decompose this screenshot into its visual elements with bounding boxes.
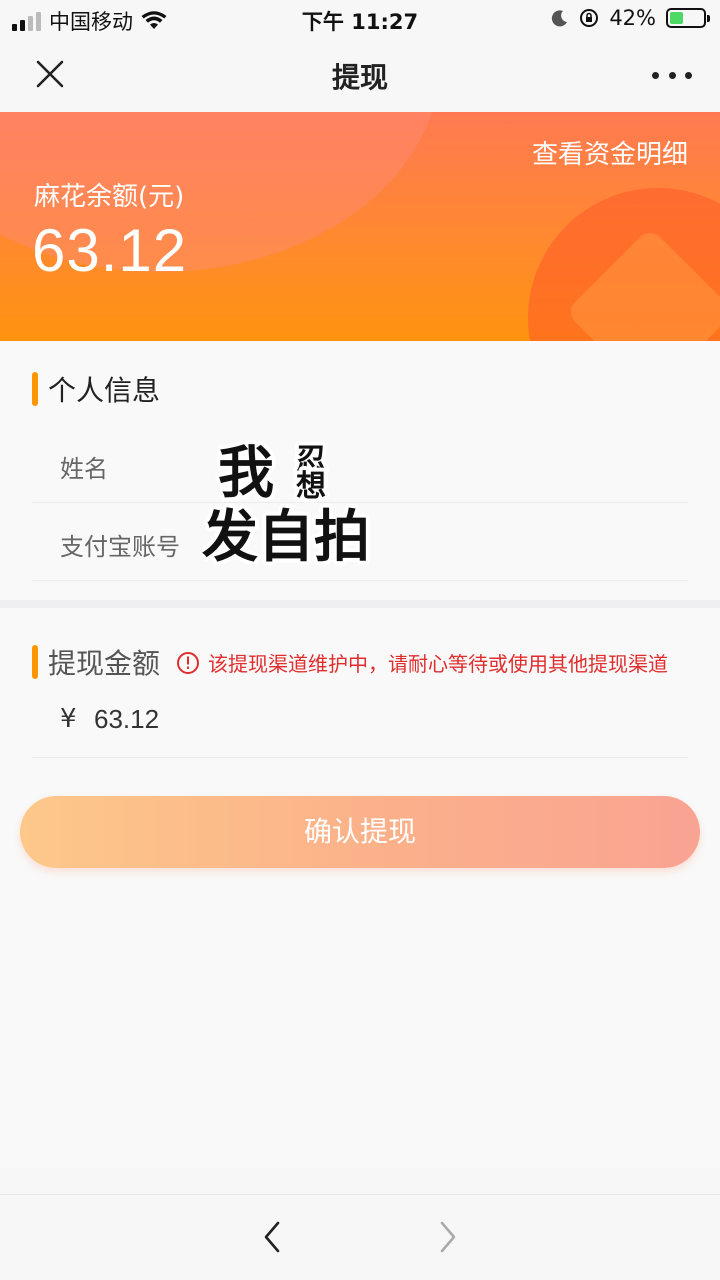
forward-button[interactable] — [432, 1217, 462, 1257]
name-label: 姓名 — [60, 455, 108, 483]
status-right: 42% — [551, 6, 710, 30]
chevron-left-icon — [264, 1221, 280, 1253]
more-dot — [685, 71, 692, 79]
sticker-graphic: 我 忍 想 发 自 拍 — [198, 437, 374, 574]
balance-banner: 查看资金明细 麻花余额(元) 63.12 — [0, 112, 720, 341]
withdraw-title: 提现金额 — [48, 647, 161, 680]
withdraw-section: 提现金额 该提现渠道维护中，请耐心等待或使用其他提现渠道 ¥ 63.12 — [0, 608, 720, 1168]
svg-text:想: 想 — [296, 469, 326, 504]
confirm-withdraw-button[interactable]: 确认提现 — [20, 796, 700, 868]
more-dot — [668, 71, 676, 79]
info-warning-icon — [177, 651, 199, 674]
sticker-image: 我 忍 想 发 自 拍 — [198, 430, 380, 574]
svg-text:发: 发 — [202, 505, 258, 565]
amount-field[interactable]: ¥ 63.12 — [32, 688, 688, 758]
status-bar: 中国移动 下午 11:27 42% — [0, 0, 720, 38]
personal-info-title: 个人信息 — [48, 374, 161, 407]
maintenance-warning: 该提现渠道维护中，请耐心等待或使用其他提现渠道 — [176, 648, 668, 677]
rotation-lock-icon — [580, 9, 599, 27]
battery-fill — [670, 12, 684, 24]
nav-bar: 提现 — [0, 38, 720, 112]
battery-percent: 42% — [609, 6, 656, 30]
bottom-toolbar — [0, 1194, 720, 1280]
page-title: 提现 — [331, 61, 388, 94]
svg-text:自: 自 — [258, 505, 314, 565]
section-accent-bar — [32, 372, 38, 406]
battery-icon — [666, 8, 710, 28]
personal-info-header: 个人信息 — [32, 369, 160, 409]
balance-value: 63.12 — [32, 217, 188, 284]
warning-text: 该提现渠道维护中，请耐心等待或使用其他提现渠道 — [208, 652, 668, 676]
balance-label: 麻花余额(元) — [34, 182, 185, 212]
back-button[interactable] — [258, 1217, 288, 1257]
alipay-label: 支付宝账号 — [60, 533, 180, 561]
section-accent-bar — [32, 645, 38, 679]
more-button[interactable] — [652, 60, 692, 90]
currency-symbol: ¥ — [60, 704, 77, 734]
amount-value: 63.12 — [94, 704, 160, 734]
svg-text:我: 我 — [218, 441, 274, 506]
chevron-right-icon — [440, 1221, 456, 1253]
fund-detail-link[interactable]: 查看资金明细 — [532, 134, 688, 171]
more-dots-icon — [652, 71, 659, 79]
moon-icon — [552, 10, 568, 27]
svg-text:拍: 拍 — [314, 505, 370, 565]
withdraw-header: 提现金额 — [32, 642, 160, 682]
section-divider — [0, 600, 720, 608]
